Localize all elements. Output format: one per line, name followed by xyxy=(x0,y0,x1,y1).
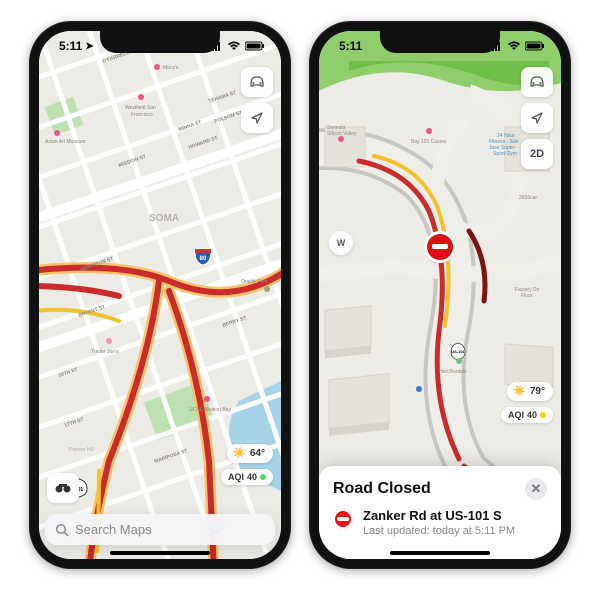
close-icon: ✕ xyxy=(531,481,542,497)
location-arrow-icon xyxy=(250,111,264,125)
incident-sheet[interactable]: Road Closed ✕ Zanker Rd at US-101 S Last… xyxy=(319,466,561,559)
svg-text:Bay 101 Casino: Bay 101 Casino xyxy=(411,139,447,145)
incident-updated: Last updated: today at 5:11 PM xyxy=(363,525,515,537)
aqi-pill[interactable]: AQI 40 xyxy=(501,407,553,423)
svg-text:3606car: 3606car xyxy=(519,195,537,201)
incident-location: Zanker Rd at US-101 S xyxy=(363,508,515,523)
locate-me-button[interactable] xyxy=(521,103,553,133)
aqi-value: 40 xyxy=(247,472,257,482)
compass-direction: W xyxy=(337,238,346,248)
notch xyxy=(380,31,500,53)
svg-text:HercRentals: HercRentals xyxy=(439,369,467,375)
screen: 5:11 xyxy=(319,31,561,559)
svg-text:SOMA: SOMA xyxy=(149,213,179,224)
no-entry-icon xyxy=(333,509,353,529)
svg-text:Trader Joe's: Trader Joe's xyxy=(91,349,119,355)
aqi-label: AQI xyxy=(228,472,244,482)
look-around-button[interactable] xyxy=(47,473,79,503)
weather-pill[interactable]: ☀️ 79° xyxy=(507,382,553,401)
search-bar[interactable]: Search Maps xyxy=(45,514,275,545)
svg-text:UCSF Mission Bay: UCSF Mission Bay xyxy=(189,407,231,413)
battery-icon xyxy=(525,41,545,51)
svg-text:Floor: Floor xyxy=(521,293,533,299)
svg-text:Sport Gym: Sport Gym xyxy=(493,151,517,157)
search-placeholder: Search Maps xyxy=(75,522,152,537)
car-icon xyxy=(528,76,546,88)
temperature-value: 79° xyxy=(530,386,545,397)
temperature-value: 64° xyxy=(250,448,265,459)
svg-text:Potrero Hill: Potrero Hill xyxy=(69,447,94,453)
view-2d-label: 2D xyxy=(530,148,544,160)
aqi-dot-icon xyxy=(540,412,546,418)
location-services-icon: ➤ xyxy=(85,41,93,52)
map-controls xyxy=(241,67,273,133)
svg-text:US-101: US-101 xyxy=(451,349,465,354)
aqi-dot-icon xyxy=(260,474,266,480)
binoculars-icon xyxy=(54,482,72,494)
sheet-close-button[interactable]: ✕ xyxy=(525,478,547,500)
svg-text:Oracle Park: Oracle Park xyxy=(241,279,268,285)
aqi-pill[interactable]: AQI 40 xyxy=(221,469,273,485)
sheet-title: Road Closed xyxy=(333,480,431,498)
phone-left: 5:11 ➤ xyxy=(29,21,291,569)
phone-right: 5:11 xyxy=(309,21,571,569)
svg-text:Macy's: Macy's xyxy=(163,65,179,71)
car-icon xyxy=(248,76,266,88)
screen: 5:11 ➤ xyxy=(39,31,281,559)
locate-me-button[interactable] xyxy=(241,103,273,133)
weather-pill[interactable]: ☀️ 64° xyxy=(227,444,273,463)
incident-row[interactable]: Zanker Rd at US-101 S Last updated: toda… xyxy=(333,508,547,537)
map-controls: 2D xyxy=(521,67,553,169)
wifi-icon xyxy=(507,41,521,51)
status-time: 5:11 xyxy=(59,39,82,53)
home-indicator[interactable] xyxy=(390,551,490,555)
search-icon xyxy=(55,523,69,537)
notch xyxy=(100,31,220,53)
vehicle-mode-button[interactable] xyxy=(241,67,273,97)
compass-badge[interactable]: W xyxy=(329,231,353,255)
vehicle-mode-button[interactable] xyxy=(521,67,553,97)
view-2d-button[interactable]: 2D xyxy=(521,139,553,169)
aqi-label: AQI xyxy=(508,410,524,420)
svg-text:Westfield San: Westfield San xyxy=(125,105,156,111)
svg-text:P: P xyxy=(413,387,416,392)
location-arrow-icon xyxy=(530,111,544,125)
aqi-value: 40 xyxy=(527,410,537,420)
road-closed-marker[interactable] xyxy=(427,234,453,260)
wifi-icon xyxy=(227,41,241,51)
svg-text:Francisco: Francisco xyxy=(131,112,153,118)
svg-text:Asian Art Museum: Asian Art Museum xyxy=(45,139,86,145)
sun-icon: ☀️ xyxy=(233,448,245,459)
svg-text:80: 80 xyxy=(200,256,207,262)
svg-text:Silicon Valley: Silicon Valley xyxy=(327,131,357,137)
sun-icon: ☀️ xyxy=(513,386,525,397)
status-time: 5:11 xyxy=(339,39,362,53)
home-indicator[interactable] xyxy=(110,551,210,555)
battery-icon xyxy=(245,41,265,51)
